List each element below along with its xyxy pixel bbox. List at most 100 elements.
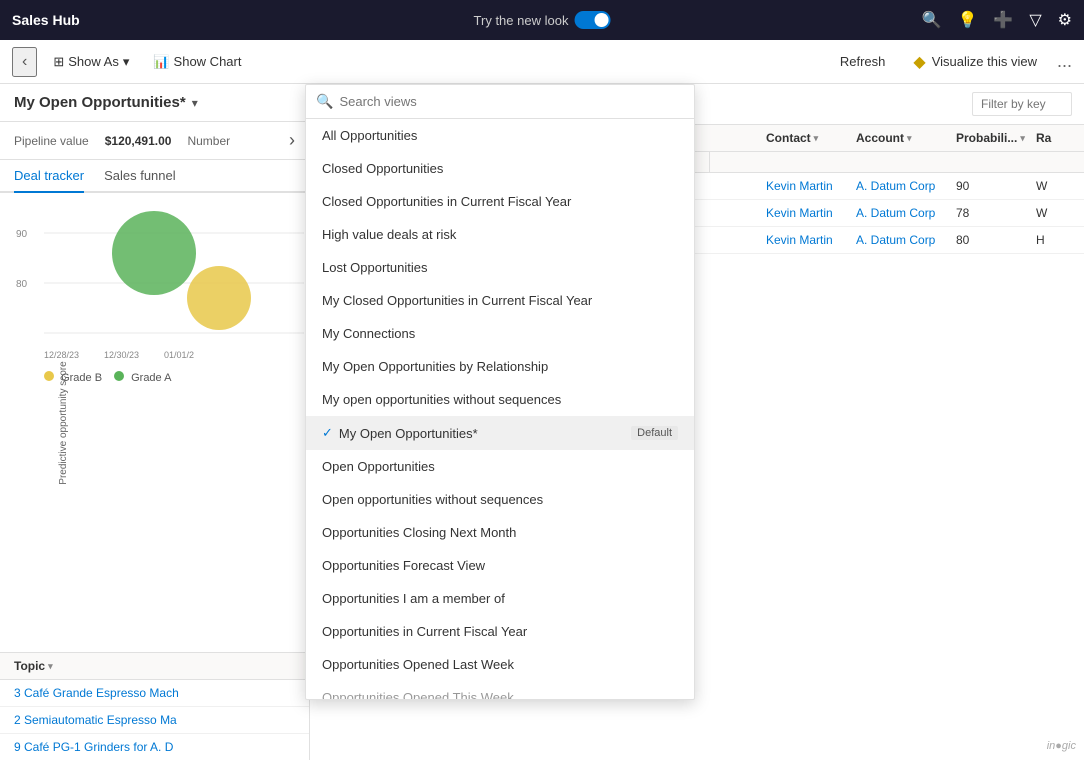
topbar: Sales Hub Try the new look 🔍 💡 ➕ ▽ ⚙ [0,0,1084,40]
viz-icon: ◆ [913,52,925,72]
toolbar-right: Refresh ◆ Visualize this view ... [832,47,1072,77]
pipeline-more-button[interactable]: › [289,130,295,151]
left-panel: My Open Opportunities* ▾ Pipeline value … [0,84,310,760]
table-row: 9 Café PG-1 Grinders for A. D [0,734,309,760]
view-selector-dropdown: 🔍 All Opportunities Closed Opportunities… [305,84,695,700]
show-as-chevron: ▾ [123,54,130,70]
dropdown-item-opp-last-week[interactable]: Opportunities Opened Last Week [306,648,694,681]
chart-legend: Grade B Grade A [44,371,295,384]
refresh-button[interactable]: Refresh [832,50,894,73]
toggle-container [574,11,610,29]
col-header-ra[interactable]: Ra [1036,131,1076,145]
col-header-contact[interactable]: Contact ▾ [766,131,856,145]
default-badge: Default [631,426,678,440]
dropdown-item-lost-opp[interactable]: Lost Opportunities [306,251,694,284]
refresh-label: Refresh [840,54,886,69]
row-2-prob: 78 [956,206,1036,220]
dropdown-item-opp-member[interactable]: Opportunities I am a member of [306,582,694,615]
add-icon[interactable]: ➕ [993,10,1013,30]
row-2-account-link[interactable]: A. Datum Corp [856,206,935,220]
row-3-contact: Kevin Martin [766,233,856,247]
number-label: Number [187,134,230,148]
row-2-topic-link[interactable]: 2 Semiautomatic Espresso Ma [14,713,295,727]
dropdown-item-high-value[interactable]: High value deals at risk [306,218,694,251]
row-1-topic-link[interactable]: 3 Café Grande Espresso Mach [14,686,295,700]
row-2-contact-link[interactable]: Kevin Martin [766,206,833,220]
row-1-account-link[interactable]: A. Datum Corp [856,179,935,193]
dropdown-search-area: 🔍 [306,85,694,119]
tab-deal-tracker[interactable]: Deal tracker [14,160,84,193]
show-as-label: Show As [68,54,119,69]
row-1-account: A. Datum Corp [856,179,956,193]
filter-icon[interactable]: ▽ [1029,10,1041,30]
tab-sales-funnel[interactable]: Sales funnel [104,160,176,193]
svg-text:90: 90 [16,229,28,240]
col-header-account[interactable]: Account ▾ [856,131,956,145]
dropdown-search-icon: 🔍 [316,93,333,110]
pipeline-value: $120,491.00 [105,134,172,148]
svg-text:12/30/23: 12/30/23 [104,350,139,360]
grade-b-dot [44,371,54,381]
y-axis-label: Predictive opportunity score [58,361,69,484]
chart-svg: 90 80 12/28/23 12/30/23 01/01/2 [44,203,304,363]
dropdown-item-all-opp[interactable]: All Opportunities [306,119,694,152]
dropdown-item-my-connections[interactable]: My Connections [306,317,694,350]
dropdown-item-opp-forecast[interactable]: Opportunities Forecast View [306,549,694,582]
visualize-label: Visualize this view [932,54,1037,69]
show-chart-button[interactable]: 📊 Show Chart [145,50,249,74]
view-title-chevron[interactable]: ▾ [192,96,198,110]
show-chart-label: Show Chart [174,54,242,69]
col-header-topic[interactable]: Topic ▾ [14,659,295,673]
table-row: 3 Café Grande Espresso Mach [0,680,309,707]
dropdown-item-closed-opp[interactable]: Closed Opportunities [306,152,694,185]
table-row: 2 Semiautomatic Espresso Ma [0,707,309,734]
show-chart-icon: 📊 [153,54,169,70]
view-tabs: Deal tracker Sales funnel [0,160,309,193]
dropdown-item-my-open-opp[interactable]: ✓ My Open Opportunities* Default [306,416,694,450]
view-header: My Open Opportunities* ▾ [0,84,309,122]
opportunities-table: Topic ▾ 3 Café Grande Espresso Mach 2 Se… [0,652,309,760]
row-3-topic-link[interactable]: 9 Café PG-1 Grinders for A. D [14,740,295,754]
chart-area: Predictive opportunity score 90 80 12/28… [0,193,309,652]
help-icon[interactable]: 💡 [958,10,978,30]
row-1-contact-link[interactable]: Kevin Martin [766,179,833,193]
pipeline-stats: Pipeline value $120,491.00 Number › [0,122,309,160]
dropdown-item-opp-this-week[interactable]: Opportunities Opened This Week [306,681,694,699]
svg-text:80: 80 [16,279,28,290]
dropdown-item-my-open-by-rel[interactable]: My Open Opportunities by Relationship [306,350,694,383]
search-views-input[interactable] [339,94,684,109]
col-header-prob[interactable]: Probabili... ▾ [956,131,1036,145]
main-area: My Open Opportunities* ▾ Pipeline value … [0,84,1084,760]
dropdown-item-open-opp[interactable]: Open Opportunities [306,450,694,483]
row-1-prob: 90 [956,179,1036,193]
dropdown-item-opp-fiscal[interactable]: Opportunities in Current Fiscal Year [306,615,694,648]
settings-icon[interactable]: ⚙ [1058,10,1072,30]
pipeline-label: Pipeline value [14,134,89,148]
chart-canvas: 90 80 12/28/23 12/30/23 01/01/2 [44,203,295,363]
legend-grade-a: Grade A [114,371,171,384]
row-3-account-link[interactable]: A. Datum Corp [856,233,935,247]
dropdown-item-opp-closing-month[interactable]: Opportunities Closing Next Month [306,516,694,549]
dropdown-item-open-no-seq[interactable]: Open opportunities without sequences [306,483,694,516]
show-as-button[interactable]: ⊞ Show As ▾ [45,50,137,74]
try-new-look-label: Try the new look [474,13,569,28]
row-2-account: A. Datum Corp [856,206,956,220]
search-icon[interactable]: 🔍 [922,10,942,30]
show-as-icon: ⊞ [53,54,64,70]
try-new-look-toggle[interactable] [574,11,610,29]
visualize-button[interactable]: ◆ Visualize this view [901,47,1049,77]
topbar-center: Try the new look [474,11,611,29]
watermark: in●gic [1047,740,1076,752]
more-options-button[interactable]: ... [1057,51,1072,72]
dropdown-item-my-open-no-seq[interactable]: My open opportunities without sequences [306,383,694,416]
back-button[interactable]: ‹ [12,47,37,77]
dropdown-item-my-closed-fiscal[interactable]: My Closed Opportunities in Current Fisca… [306,284,694,317]
table-header: Topic ▾ [0,653,309,680]
legend-grade-b: Grade B [44,371,102,384]
row-3-contact-link[interactable]: Kevin Martin [766,233,833,247]
row-2-contact: Kevin Martin [766,206,856,220]
filter-by-key-input[interactable] [972,92,1072,116]
row-3-ra: H [1036,233,1076,247]
dropdown-item-closed-fiscal[interactable]: Closed Opportunities in Current Fiscal Y… [306,185,694,218]
svg-text:12/28/23: 12/28/23 [44,350,79,360]
